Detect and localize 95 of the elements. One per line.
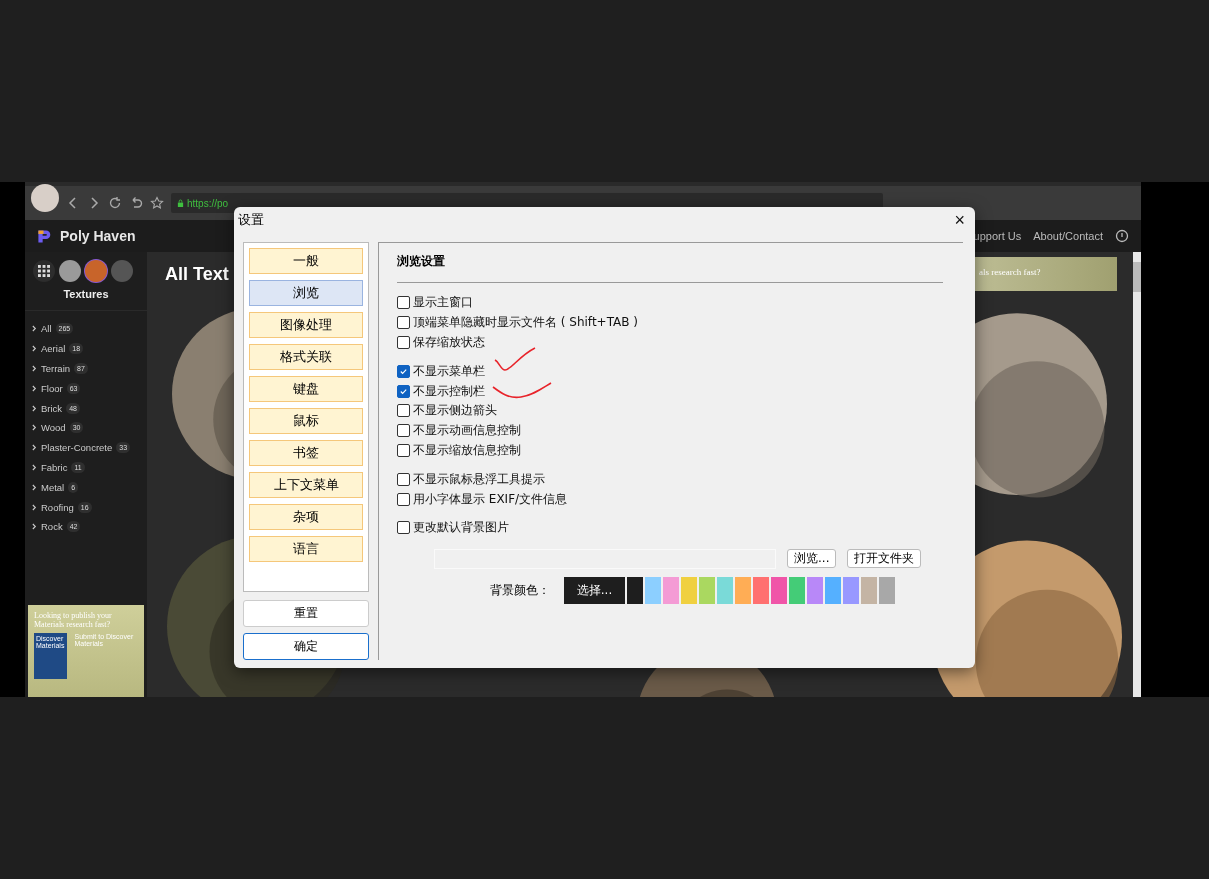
checkbox[interactable] <box>397 364 410 378</box>
color-swatch[interactable] <box>753 576 769 604</box>
option-label: 更改默认背景图片 <box>413 519 509 537</box>
lock-icon <box>177 198 184 208</box>
option-label: 保存缩放状态 <box>413 334 485 351</box>
chevron-icon <box>32 444 37 452</box>
checkbox[interactable] <box>397 443 410 457</box>
chevron-icon <box>32 345 37 353</box>
category-link[interactable]: Roofing <box>41 501 74 513</box>
checkbox[interactable] <box>397 424 410 438</box>
category-link[interactable]: All <box>41 323 52 335</box>
color-swatch[interactable] <box>627 576 643 604</box>
choose-button[interactable]: 选择... <box>564 576 625 604</box>
category-link[interactable]: Aerial <box>41 343 66 355</box>
option-label: 不显示缩放信息控制 <box>413 441 521 459</box>
category-button[interactable]: 书签 <box>249 440 363 466</box>
checkbox[interactable] <box>397 521 410 535</box>
checkbox[interactable] <box>397 336 410 349</box>
category-button[interactable]: 语言 <box>249 536 363 562</box>
category-link[interactable]: Plaster-Concrete <box>41 442 113 454</box>
sphere-icon[interactable] <box>59 260 81 282</box>
grid-icon[interactable] <box>33 260 55 282</box>
chevron-icon <box>32 483 37 491</box>
color-swatch[interactable] <box>735 576 751 604</box>
chevron-icon <box>32 463 37 471</box>
color-label: 背景颜色： <box>490 581 550 599</box>
color-swatch[interactable] <box>879 576 895 604</box>
category-link[interactable]: Metal <box>41 481 65 493</box>
color-swatch[interactable] <box>807 576 823 604</box>
chevron-icon <box>32 424 37 432</box>
option-label: 顶端菜单隐藏时显示文件名 ( Shift+TAB ) <box>413 314 638 332</box>
option-label: 不显示菜单栏 <box>413 362 485 380</box>
section-heading: 浏览设置 <box>397 253 446 270</box>
category-link[interactable]: Wood <box>41 422 66 434</box>
checkbox[interactable] <box>397 404 410 418</box>
category-link[interactable]: Terrain <box>41 363 71 374</box>
scrollbar[interactable] <box>1133 252 1141 697</box>
category-button[interactable]: 一般 <box>249 248 363 274</box>
category-link[interactable]: Floor <box>41 382 63 394</box>
color-swatch[interactable] <box>717 576 733 604</box>
dialog-button[interactable]: 确定 <box>243 633 369 660</box>
color-swatch[interactable] <box>789 576 805 604</box>
open-folder-button[interactable]: 打开文件夹 <box>847 549 922 569</box>
browse-button[interactable]: 浏览... <box>787 549 837 569</box>
section-title: Textures <box>62 288 110 300</box>
color-swatch[interactable] <box>843 576 859 604</box>
color-swatch[interactable] <box>861 576 877 604</box>
ad-title: Looking to publish your Materials research fast? <box>34 611 113 629</box>
color-swatch[interactable] <box>771 576 787 604</box>
avatar-icon[interactable] <box>31 184 59 212</box>
checkbox[interactable] <box>397 492 410 506</box>
checkmark-drawing <box>493 346 537 374</box>
color-swatch[interactable] <box>645 576 661 604</box>
category-button[interactable]: 鼠标 <box>249 408 363 434</box>
category-link[interactable]: Fabric <box>41 461 68 473</box>
checkbox[interactable] <box>397 472 410 486</box>
star-icon[interactable] <box>150 196 164 210</box>
chevron-icon <box>32 384 37 392</box>
checkbox[interactable] <box>397 296 410 310</box>
reload-icon[interactable] <box>108 196 122 210</box>
category-button[interactable]: 图像处理 <box>249 312 363 338</box>
option-label: 不显示动画信息控制 <box>413 422 521 440</box>
chevron-icon <box>32 365 37 372</box>
option-label: 不显示鼠标悬浮工具提示 <box>413 470 545 488</box>
chevron-icon <box>32 325 37 333</box>
color-swatch[interactable] <box>681 576 697 604</box>
color-swatch[interactable] <box>699 576 715 604</box>
category-link[interactable]: Rock <box>41 521 63 533</box>
color-swatch[interactable] <box>825 576 841 604</box>
category-button[interactable]: 键盘 <box>249 376 363 402</box>
category-button[interactable]: 浏览 <box>249 280 363 306</box>
underline-drawing <box>491 381 553 401</box>
page-heading: All Text <box>164 263 229 286</box>
color-swatch[interactable] <box>663 576 679 604</box>
category-link[interactable]: Brick <box>41 402 63 414</box>
close-button[interactable]: × <box>950 210 969 229</box>
site-name[interactable]: Poly Haven <box>60 228 136 244</box>
url-text: https://po <box>187 197 229 209</box>
option-label: 不显示控制栏 <box>413 382 485 400</box>
dialog-button[interactable]: 重置 <box>243 600 369 627</box>
nav-link[interactable]: About/Contact <box>1033 230 1103 242</box>
dialog-title: 设置 <box>238 210 264 229</box>
chevron-icon <box>32 503 37 511</box>
category-button[interactable]: 上下文菜单 <box>249 472 363 498</box>
chevron-icon <box>32 523 37 531</box>
chevron-icon <box>32 404 37 412</box>
category-button[interactable]: 格式关联 <box>249 344 363 370</box>
checkbox[interactable] <box>397 316 410 330</box>
category-button[interactable]: 杂项 <box>249 504 363 530</box>
checkbox[interactable] <box>397 384 410 398</box>
sphere-icon[interactable] <box>85 260 107 282</box>
ad-text: als research fast? <box>979 267 1041 277</box>
option-label: 不显示侧边箭头 <box>413 402 497 420</box>
option-label: 显示主窗口 <box>413 294 473 312</box>
option-label: 用小字体显示 EXIF/文件信息 <box>413 490 568 508</box>
